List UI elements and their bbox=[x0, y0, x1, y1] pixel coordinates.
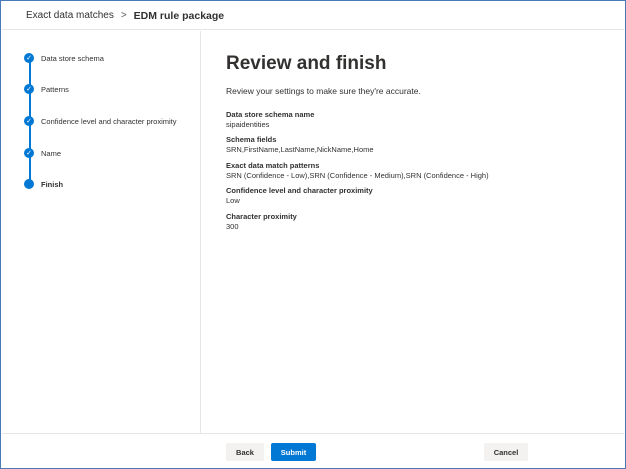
checkmark-icon: ✓ bbox=[24, 148, 34, 158]
field-label: Data store schema name bbox=[226, 110, 315, 119]
field-confidence-level: Confidence level and character proximity… bbox=[226, 186, 373, 206]
field-label: Character proximity bbox=[226, 212, 297, 221]
step-label: Data store schema bbox=[41, 53, 104, 63]
breadcrumb-current: EDM rule package bbox=[133, 9, 225, 22]
field-value: sipaidentities bbox=[226, 120, 270, 129]
cancel-button[interactable]: Cancel bbox=[484, 443, 528, 461]
step-label: Confidence level and character proximity bbox=[41, 116, 177, 126]
page-subtitle: Review your settings to make sure they'r… bbox=[226, 86, 421, 96]
breadcrumb-parent-link[interactable]: Exact data matches bbox=[26, 10, 114, 21]
field-schema-name: Data store schema name sipaidentities bbox=[226, 110, 314, 130]
field-label: Confidence level and character proximity bbox=[226, 186, 373, 195]
field-schema-fields: Schema fields SRN,FirstName,LastName,Nic… bbox=[226, 135, 374, 155]
checkmark-icon: ✓ bbox=[24, 116, 34, 126]
back-button[interactable]: Back bbox=[226, 443, 264, 461]
wizard-footer: Back Submit Cancel bbox=[2, 433, 624, 468]
breadcrumb: Exact data matches > EDM rule package bbox=[2, 2, 624, 30]
wizard-frame: Exact data matches > EDM rule package ✓ … bbox=[0, 0, 626, 469]
submit-button[interactable]: Submit bbox=[271, 443, 316, 461]
step-label: Name bbox=[41, 148, 62, 158]
step-label: Finish bbox=[41, 179, 64, 189]
field-label: Schema fields bbox=[226, 135, 277, 144]
checkmark-icon: ✓ bbox=[24, 53, 34, 63]
field-edm-patterns: Exact data match patterns SRN (Confidenc… bbox=[226, 161, 489, 181]
field-value: SRN,FirstName,LastName,NickName,Home bbox=[226, 145, 374, 154]
field-label: Exact data match patterns bbox=[226, 161, 320, 170]
field-value: Low bbox=[226, 196, 240, 205]
step-confidence-level[interactable]: ✓ Confidence level and character proximi… bbox=[24, 114, 176, 128]
step-data-store-schema[interactable]: ✓ Data store schema bbox=[24, 51, 104, 65]
checkmark-icon: ✓ bbox=[24, 84, 34, 94]
step-name[interactable]: ✓ Name bbox=[24, 146, 61, 160]
field-value: SRN (Confidence - Low),SRN (Confidence -… bbox=[226, 171, 489, 180]
page-title: Review and finish bbox=[226, 53, 387, 74]
field-value: 300 bbox=[226, 222, 239, 231]
step-patterns[interactable]: ✓ Patterns bbox=[24, 82, 69, 96]
step-label: Patterns bbox=[41, 84, 69, 94]
wizard-steps: ✓ Data store schema ✓ Patterns ✓ Confide… bbox=[2, 31, 201, 433]
chevron-right-icon: > bbox=[120, 10, 127, 21]
dot-icon bbox=[24, 179, 34, 189]
field-character-proximity: Character proximity 300 bbox=[226, 212, 297, 232]
step-finish[interactable]: Finish bbox=[24, 177, 63, 191]
